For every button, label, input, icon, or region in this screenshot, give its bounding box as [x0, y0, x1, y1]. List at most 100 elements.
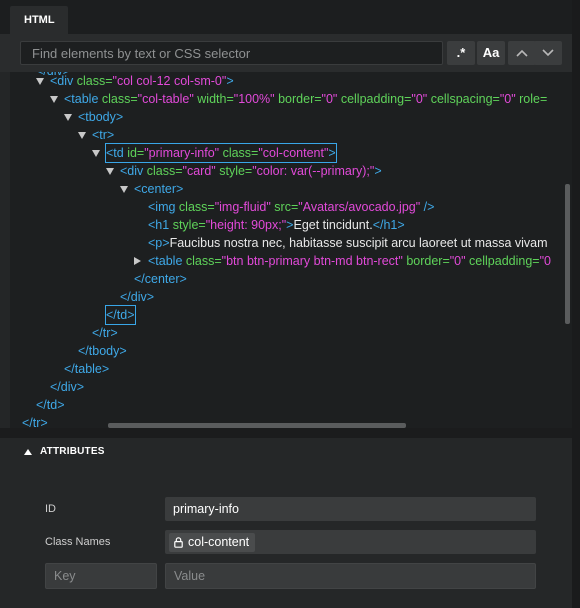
- tree-node-markup: <div class="col col-12 col-sm-0">: [50, 72, 234, 90]
- markup-token: src=: [270, 200, 299, 214]
- markup-token: Faucibus nostra nec, habitasse suscipit …: [169, 236, 548, 250]
- markup-token: >: [374, 164, 382, 178]
- tree-node-markup: </td>: [36, 396, 65, 414]
- expand-caret-right-icon[interactable]: [134, 257, 141, 265]
- expand-caret-down-icon[interactable]: [120, 186, 128, 193]
- expand-caret-down-icon[interactable]: [92, 150, 100, 157]
- collapse-caret-icon: [24, 449, 32, 455]
- markup-token: class=: [101, 92, 138, 106]
- expand-caret-down-icon[interactable]: [78, 132, 86, 139]
- markup-token: "0": [499, 92, 516, 106]
- tree-node-markup: <div class="card" style="color: var(--pr…: [120, 162, 382, 180]
- markup-token: <td: [106, 146, 128, 160]
- markup-token: "0": [411, 92, 428, 106]
- markup-token: border=: [402, 254, 450, 268]
- markup-token: </h1>: [372, 218, 405, 232]
- tree-vertical-scroll-thumb[interactable]: [565, 184, 570, 324]
- tree-node-markup: <img class="img-fluid" src="Avatars/avoc…: [148, 198, 434, 216]
- previous-match-button[interactable]: [508, 41, 536, 65]
- markup-token: class=: [185, 254, 222, 268]
- markup-token: >: [328, 146, 336, 160]
- markup-token: </div>: [120, 290, 155, 304]
- markup-token: "img-fluid": [214, 200, 271, 214]
- tree-node-markup: <p>Faucibus nostra nec, habitasse suscip…: [148, 234, 548, 252]
- markup-token: </center>: [134, 272, 187, 286]
- tree-node-markup: <tr>: [92, 126, 114, 144]
- search-row: .* Aa: [0, 34, 572, 72]
- chevron-up-icon: [516, 49, 528, 57]
- markup-token: "col-content": [258, 146, 329, 160]
- tree-node-markup: </div>: [120, 288, 154, 306]
- markup-token: "0: [539, 254, 551, 268]
- markup-token: "100%": [233, 92, 275, 106]
- tree-node-markup: <tbody>: [78, 108, 123, 126]
- markup-token: >: [226, 74, 234, 88]
- markup-token: <div: [120, 164, 147, 178]
- markup-token: <h1: [148, 218, 173, 232]
- id-field[interactable]: primary-info: [165, 497, 536, 521]
- markup-token: border=: [274, 92, 322, 106]
- markup-token: "Avatars/avocado.jpg": [298, 200, 421, 214]
- chevron-down-icon: [542, 49, 554, 57]
- markup-token: class=: [146, 164, 183, 178]
- markup-token: cellpadding=: [465, 254, 540, 268]
- markup-token: width=: [193, 92, 234, 106]
- search-input[interactable]: [20, 41, 443, 65]
- class-chip[interactable]: col-content: [169, 533, 256, 552]
- attribute-value-input[interactable]: [165, 563, 536, 589]
- tree-node-markup: <td id="primary-info" class="col-content…: [105, 143, 337, 163]
- markup-token: </tbody>: [78, 344, 127, 358]
- markup-token: <tbody>: [78, 110, 124, 124]
- markup-token: <tr>: [92, 128, 115, 142]
- tree-node-markup: </tr>: [22, 414, 48, 428]
- dom-tree[interactable]: </div><div class="col col-12 col-sm-0"><…: [10, 72, 566, 428]
- id-label: ID: [45, 503, 56, 515]
- markup-token: role=: [515, 92, 548, 106]
- panel-divider[interactable]: [0, 428, 572, 438]
- lock-icon: [174, 537, 183, 548]
- class-names-label: Class Names: [45, 536, 111, 548]
- markup-token: "height: 90px;": [205, 218, 287, 232]
- markup-token: "card": [182, 164, 216, 178]
- tab-html[interactable]: HTML: [10, 6, 68, 34]
- markup-token: "0": [321, 92, 338, 106]
- markup-token: style=: [215, 164, 253, 178]
- markup-token: class=: [178, 200, 215, 214]
- regex-toggle-button[interactable]: .*: [447, 41, 475, 65]
- tree-node-markup: </div>: [50, 378, 84, 396]
- markup-token: id=: [127, 146, 145, 160]
- right-gutter: [572, 0, 580, 608]
- markup-token: <p>: [148, 236, 170, 250]
- attribute-key-input[interactable]: [45, 563, 157, 589]
- expand-caret-down-icon[interactable]: [106, 168, 114, 175]
- tree-node-markup: </tbody>: [78, 342, 127, 360]
- class-chip-label: col-content: [188, 535, 250, 549]
- expand-caret-down-icon[interactable]: [64, 114, 72, 121]
- markup-token: />: [420, 200, 435, 214]
- markup-token: <table: [64, 92, 102, 106]
- expand-caret-down-icon[interactable]: [36, 78, 44, 85]
- expand-caret-down-icon[interactable]: [50, 96, 58, 103]
- markup-token: Eget tincidunt.: [293, 218, 373, 232]
- attributes-header[interactable]: ATTRIBUTES: [10, 438, 566, 468]
- markup-token: "col-table": [137, 92, 194, 106]
- markup-token: class=: [76, 74, 113, 88]
- attributes-title: ATTRIBUTES: [40, 446, 105, 457]
- markup-token: <div: [50, 74, 77, 88]
- markup-token: </div>: [50, 380, 85, 394]
- markup-token: <table: [148, 254, 186, 268]
- markup-token: "col col-12 col-sm-0": [112, 74, 227, 88]
- markup-token: <center>: [134, 182, 184, 196]
- markup-token: cellspacing=: [427, 92, 500, 106]
- tree-node-markup: </td>: [105, 305, 136, 325]
- markup-token: </table>: [64, 362, 110, 376]
- tree-node-markup: </table>: [64, 360, 109, 378]
- match-case-button[interactable]: Aa: [477, 41, 505, 65]
- markup-token: "btn btn-primary btn-md btn-rect": [221, 254, 403, 268]
- markup-token: "color: var(--primary);": [252, 164, 375, 178]
- tree-node-markup: </tr>: [92, 324, 118, 342]
- next-match-button[interactable]: [534, 41, 562, 65]
- markup-token: class=: [219, 146, 259, 160]
- tree-node-markup: <table class="col-table" width="100%" bo…: [64, 90, 547, 108]
- tree-node-markup: <center>: [134, 180, 183, 198]
